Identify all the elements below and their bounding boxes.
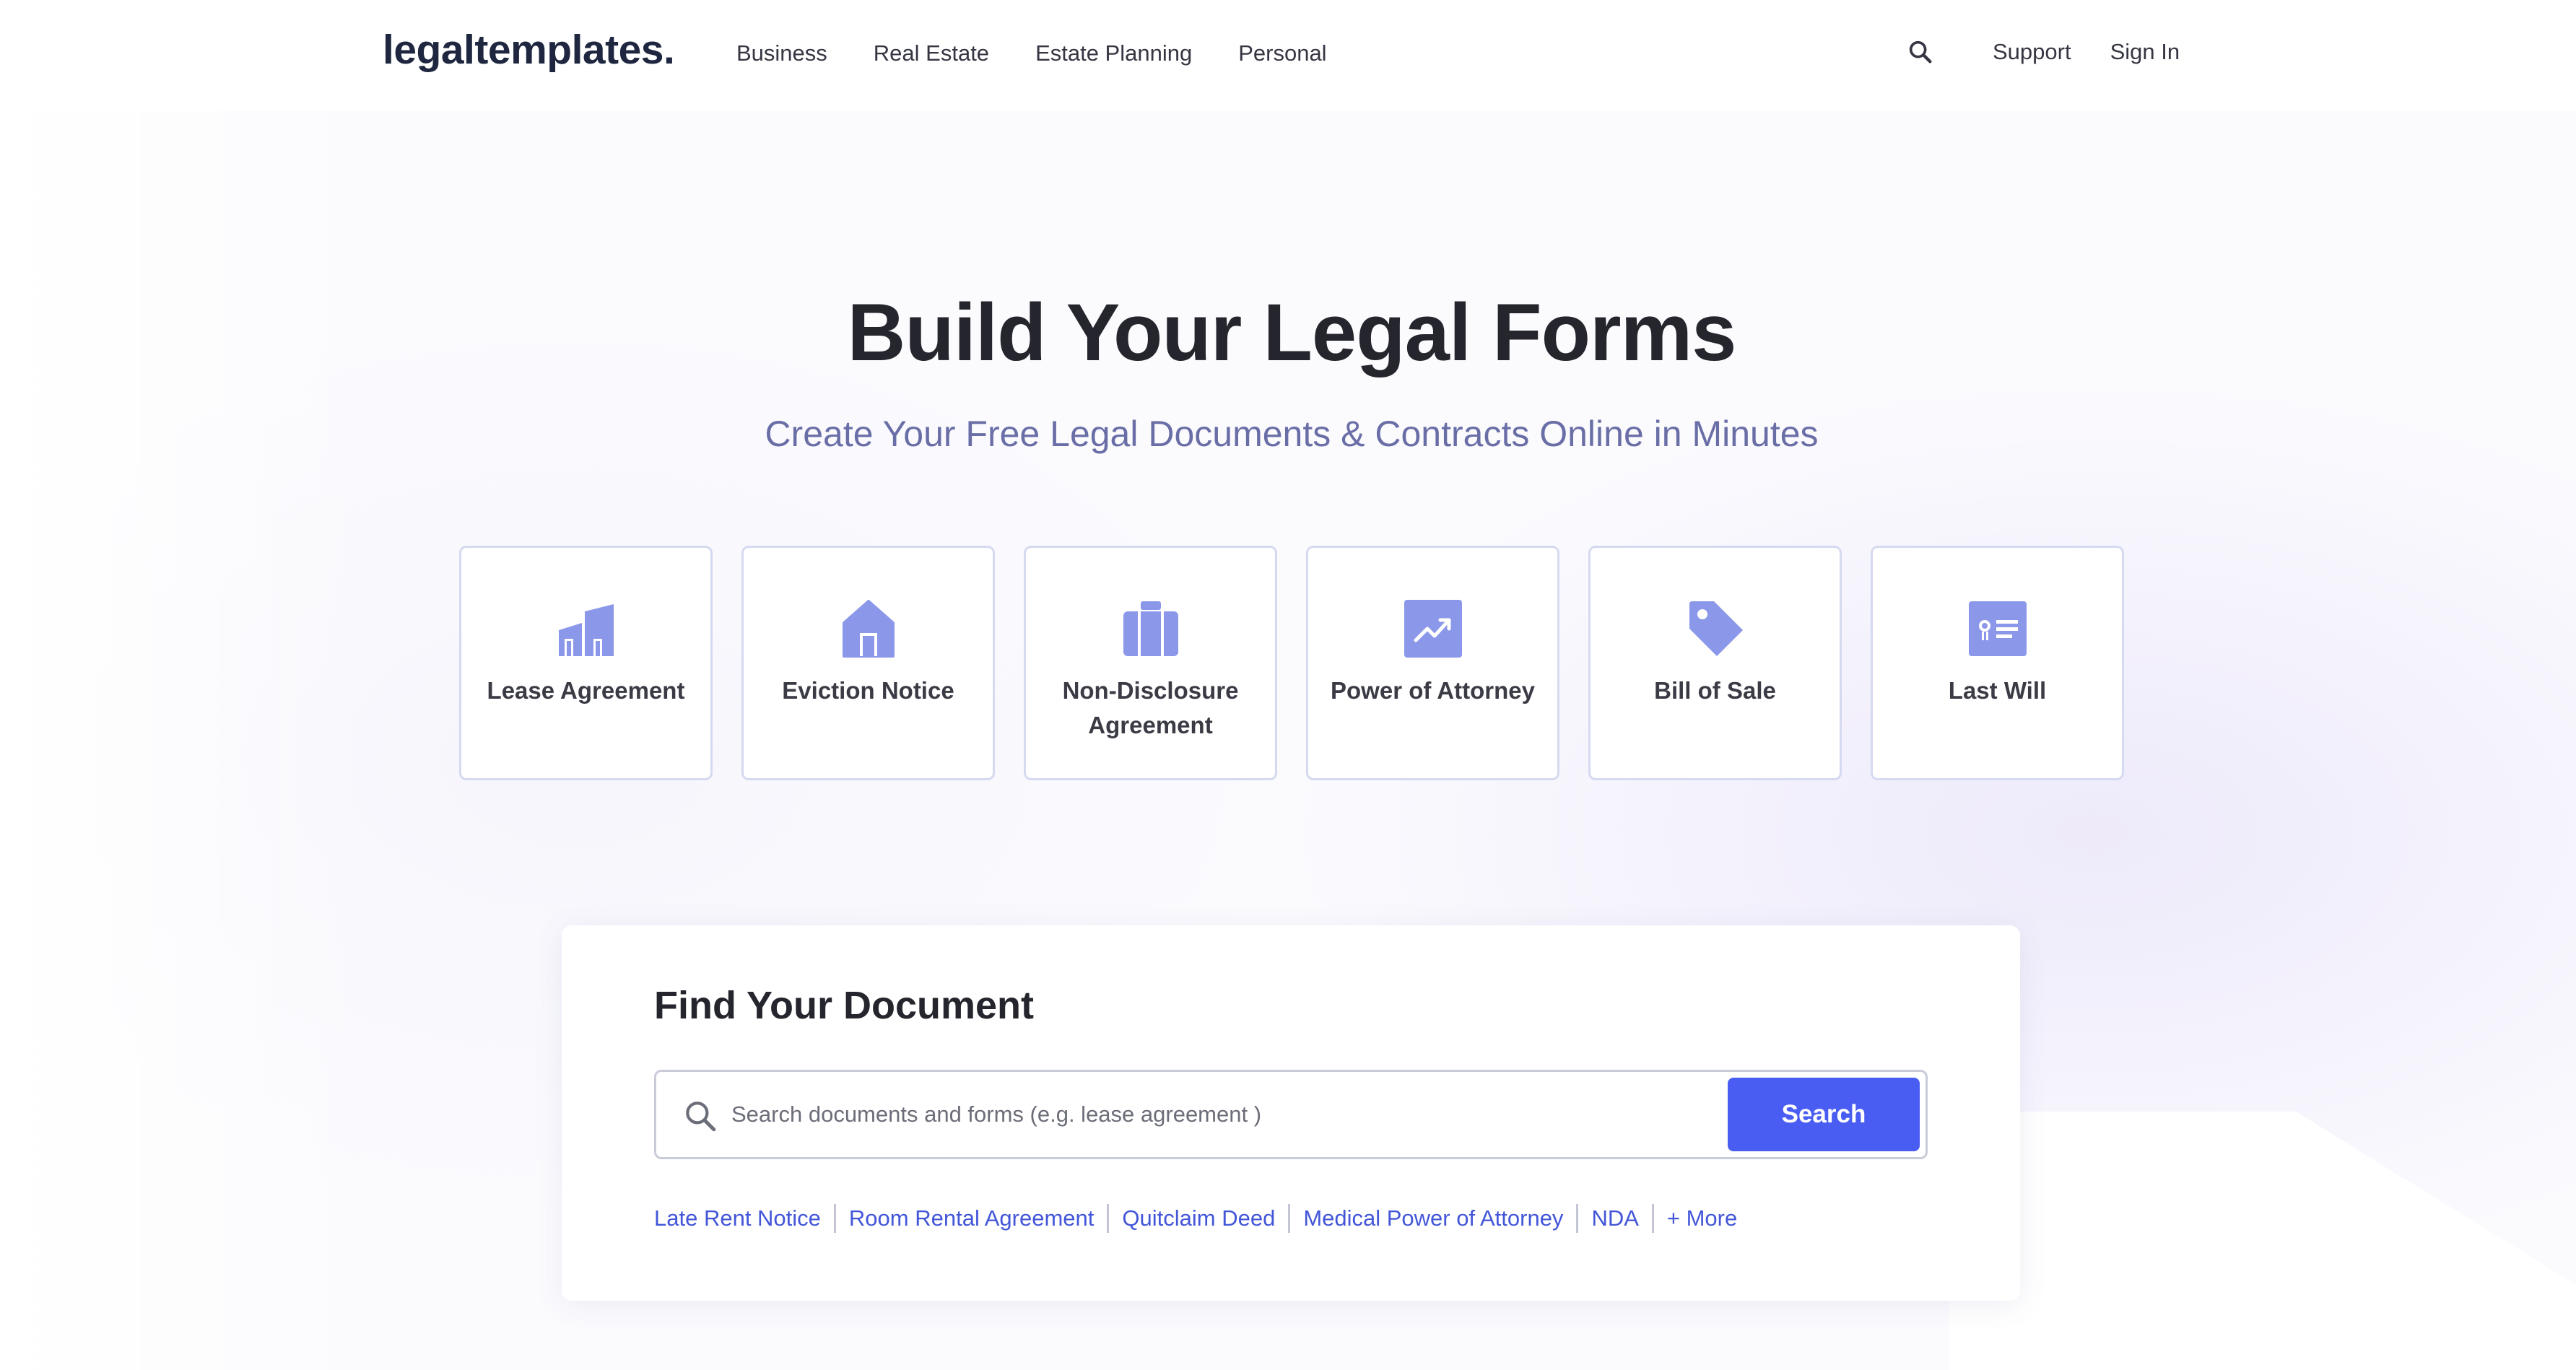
buildings-icon <box>558 604 614 656</box>
card-last-will[interactable]: Last Will <box>1871 546 2124 780</box>
briefcase-icon <box>1123 601 1178 656</box>
find-document-panel: Find Your Document Search Late Rent Noti… <box>562 925 2020 1301</box>
quick-link-more[interactable]: + More <box>1667 1205 1737 1231</box>
link-separator <box>833 1204 836 1233</box>
quick-link-room-rental-agreement[interactable]: Room Rental Agreement <box>849 1205 1094 1231</box>
search-input[interactable] <box>731 1085 1713 1144</box>
card-power-of-attorney[interactable]: Power of Attorney <box>1306 546 1559 780</box>
quick-link-medical-power-of-attorney[interactable]: Medical Power of Attorney <box>1303 1205 1563 1231</box>
card-label: Last Will <box>1948 677 2047 704</box>
nav-personal[interactable]: Personal <box>1238 40 1326 66</box>
link-separator <box>1576 1204 1579 1233</box>
card-label: Eviction Notice <box>782 677 954 704</box>
price-tag-icon <box>1689 601 1743 656</box>
site-header: legaltemplates. Business Real Estate Est… <box>0 0 2576 111</box>
search-box: Search <box>654 1070 1928 1159</box>
header-actions: Support Sign In <box>1906 38 2180 66</box>
card-non-disclosure-agreement[interactable]: Non-Disclosure Agreement <box>1024 546 1277 780</box>
hero-title: Build Your Legal Forms <box>847 287 1737 378</box>
quick-links: Late Rent Notice Room Rental Agreement Q… <box>654 1204 1737 1233</box>
search-icon <box>686 1101 716 1132</box>
card-bill-of-sale[interactable]: Bill of Sale <box>1588 546 1842 780</box>
nav-business[interactable]: Business <box>736 40 827 66</box>
hero-subtitle: Create Your Free Legal Documents & Contr… <box>765 414 1819 454</box>
certificate-icon <box>1968 601 2027 656</box>
card-lease-agreement[interactable]: Lease Agreement <box>459 546 713 780</box>
nav-real-estate[interactable]: Real Estate <box>874 40 989 66</box>
search-icon[interactable] <box>1906 38 1935 66</box>
sign-in-link[interactable]: Sign In <box>2110 39 2180 65</box>
card-label: Lease Agreement <box>487 677 685 704</box>
category-cards: Lease Agreement Eviction Notice Non-Disc… <box>459 546 2124 780</box>
card-label: Bill of Sale <box>1654 677 1776 704</box>
link-separator <box>1651 1204 1654 1233</box>
main-nav: Business Real Estate Estate Planning Per… <box>736 40 1327 66</box>
support-link[interactable]: Support <box>1993 39 2071 65</box>
link-separator <box>1107 1204 1110 1233</box>
quick-link-late-rent-notice[interactable]: Late Rent Notice <box>654 1205 821 1231</box>
trend-chart-icon <box>1404 600 1462 658</box>
card-label: Power of Attorney <box>1331 677 1535 704</box>
logo[interactable]: legaltemplates. <box>383 26 675 74</box>
link-separator <box>1288 1204 1291 1233</box>
quick-link-nda[interactable]: NDA <box>1591 1205 1638 1231</box>
house-icon <box>842 600 895 658</box>
panel-title: Find Your Document <box>654 984 1034 1027</box>
card-eviction-notice[interactable]: Eviction Notice <box>741 546 995 780</box>
nav-estate-planning[interactable]: Estate Planning <box>1035 40 1192 66</box>
card-label: Non-Disclosure Agreement <box>1062 677 1239 738</box>
quick-link-quitclaim-deed[interactable]: Quitclaim Deed <box>1122 1205 1275 1231</box>
search-button[interactable]: Search <box>1728 1078 1920 1151</box>
